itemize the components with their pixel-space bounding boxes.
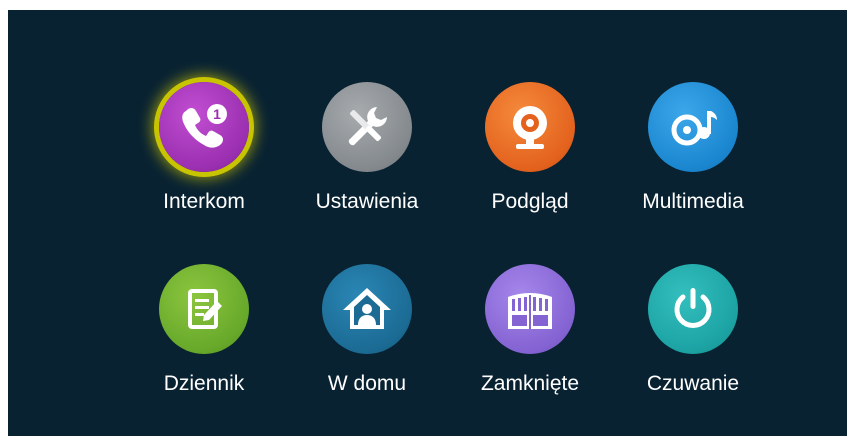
menu-item-interkom[interactable]: 1 Interkom <box>129 82 279 242</box>
menu-item-label: Czuwanie <box>646 372 740 395</box>
menu-item-label: Multimedia <box>642 190 744 213</box>
menu-item-label: W domu <box>327 372 407 395</box>
menu-item-label: Zamknięte <box>480 372 580 395</box>
music-note-icon <box>648 82 738 172</box>
home-person-icon <box>322 264 412 354</box>
phone-icon: 1 <box>159 82 249 172</box>
menu-item-label: Interkom <box>163 190 245 213</box>
menu-item-czuwanie[interactable]: Czuwanie <box>618 264 768 424</box>
menu-item-ustawienia[interactable]: Ustawienia <box>292 82 442 242</box>
menu-item-label: Ustawienia <box>315 190 419 213</box>
menu-item-zamkniete[interactable]: Zamknięte <box>455 264 605 424</box>
notepad-icon <box>159 264 249 354</box>
menu-item-label: Dziennik <box>163 372 245 395</box>
power-icon <box>648 264 738 354</box>
missed-call-badge: 1 <box>213 106 221 122</box>
menu-item-podglad[interactable]: Podgląd <box>455 82 605 242</box>
gate-icon <box>485 264 575 354</box>
menu-item-dziennik[interactable]: Dziennik <box>129 264 279 424</box>
menu-item-multimedia[interactable]: Multimedia <box>618 82 768 242</box>
home-screen: 1 Interkom Ustawienia Podgląd Multimedia… <box>8 10 847 436</box>
menu-item-w-domu[interactable]: W domu <box>292 264 442 424</box>
menu-item-label: Podgląd <box>491 190 569 213</box>
webcam-icon <box>485 82 575 172</box>
tools-icon <box>322 82 412 172</box>
